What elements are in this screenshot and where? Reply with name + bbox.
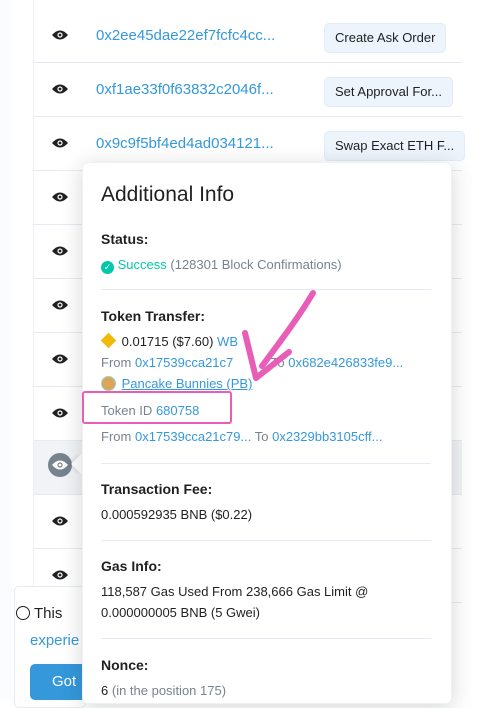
nonce-value: 6: [101, 683, 109, 698]
nonce-label: Nonce:: [101, 657, 149, 673]
status-text: Success: [117, 257, 167, 272]
gas-info-line-1: 118,587 Gas Used From 238,666 Gas Limit …: [101, 584, 369, 599]
status-value: ✓ Success (128301 Block Confirmations): [101, 257, 342, 274]
token-amount-line: 0.01715 ($7.60) WB: [100, 332, 238, 349]
additional-info-popover: Additional Info Status: ✓ Success (12830…: [82, 162, 452, 704]
nft-line: Pancake Bunnies (PB): [101, 376, 252, 391]
pancake-bunny-icon: [101, 376, 116, 391]
token-link[interactable]: WB: [217, 334, 238, 349]
from-address-link[interactable]: 0x17539cca21c7: [135, 355, 233, 370]
method-badge: Create Ask Order: [324, 23, 447, 53]
token-transfer-label: Token Transfer:: [101, 308, 205, 324]
to-label: To: [270, 355, 285, 370]
table-row: 0xf1ae33f0f63832c2046f... Set Approval F…: [34, 63, 462, 117]
divider: [101, 638, 431, 639]
to-label: To: [254, 429, 269, 444]
bnb-icon: [100, 332, 117, 349]
eye-icon[interactable]: [48, 563, 72, 587]
got-it-button[interactable]: Got: [30, 664, 90, 700]
transaction-fee-value: 0.000592935 BNB ($0.22): [101, 507, 253, 522]
eye-icon[interactable]: [48, 239, 72, 263]
cookie-link[interactable]: experie: [30, 632, 79, 649]
eye-icon[interactable]: [48, 185, 72, 209]
transfer-line-2: From 0x17539cca21c79... To 0x2329bb3105c…: [101, 429, 382, 444]
tx-hash-link[interactable]: 0xf1ae33f0f63832c2046f...: [96, 81, 274, 98]
from-label: From: [101, 429, 132, 444]
eye-icon[interactable]: [48, 347, 72, 371]
divider: [101, 463, 431, 464]
token-amount: 0.01715 ($7.60): [121, 334, 214, 349]
to-address-link[interactable]: 0x682e426833fe9...: [288, 355, 403, 370]
gas-info-label: Gas Info:: [101, 558, 162, 574]
transfer-line-1: From 0x17539cca21c7 To 0x682e426833fe9..…: [101, 355, 403, 370]
divider: [101, 289, 431, 290]
eye-icon[interactable]: [48, 401, 72, 425]
from-label: From: [101, 355, 132, 370]
method-badge: Set Approval For...: [324, 77, 453, 107]
cookie-icon: [16, 606, 30, 620]
block-confirmations: (128301 Block Confirmations): [170, 257, 342, 272]
status-label: Status:: [101, 231, 149, 247]
method-badge: Swap Exact ETH F...: [324, 131, 466, 161]
cookie-text: This: [16, 605, 62, 622]
page-left-edge: [0, 0, 12, 700]
eye-icon[interactable]: [48, 131, 72, 155]
popover-title: Additional Info: [101, 183, 235, 206]
tx-hash-link[interactable]: 0x9c9f5bf4ed4ad034121...: [96, 135, 274, 152]
tx-hash-link[interactable]: 0x2ee45dae22ef7fcfc4cc...: [96, 27, 275, 44]
token-id-highlight-box: [82, 391, 232, 424]
divider: [101, 540, 431, 541]
eye-icon[interactable]: [48, 509, 72, 533]
nft-collection-link[interactable]: Pancake Bunnies (PB): [122, 376, 253, 391]
eye-icon-active[interactable]: [48, 453, 72, 477]
eye-icon[interactable]: [48, 293, 72, 317]
table-row: 0x2ee45dae22ef7fcfc4cc... Create Ask Ord…: [34, 9, 462, 63]
transaction-fee-label: Transaction Fee:: [101, 481, 213, 497]
gas-info-line-2: 0.000000005 BNB (5 Gwei): [101, 605, 260, 620]
nonce-position: (in the position 175): [111, 683, 227, 698]
from-address-link[interactable]: 0x17539cca21c79...: [135, 429, 251, 444]
check-circle-icon: ✓: [101, 261, 114, 274]
to-address-link[interactable]: 0x2329bb3105cff...: [272, 429, 382, 444]
eye-icon[interactable]: [48, 23, 72, 47]
nonce-value-line: 6 (in the position 175): [101, 683, 226, 698]
cookie-text-start: This: [34, 605, 63, 622]
eye-icon[interactable]: [48, 77, 72, 101]
